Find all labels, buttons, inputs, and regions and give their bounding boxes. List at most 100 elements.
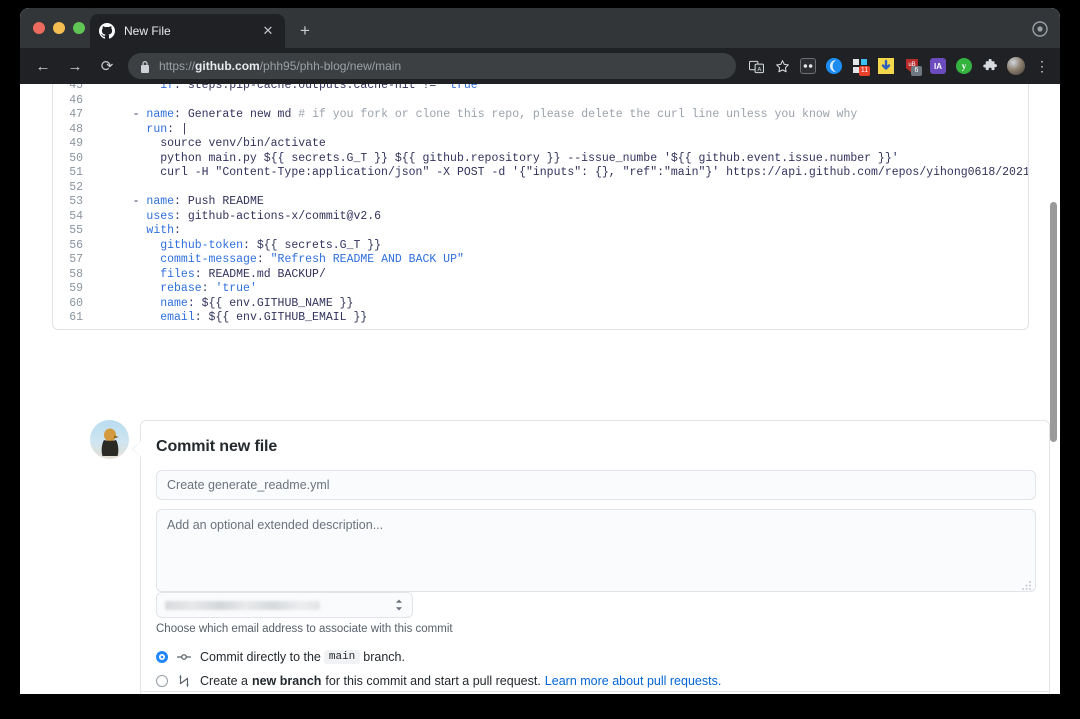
line-number: 60 [53, 297, 97, 312]
translate-icon[interactable]: A [744, 54, 768, 78]
git-commit-icon [177, 650, 191, 664]
close-window-button[interactable] [33, 22, 45, 34]
extension-dark-icon[interactable] [796, 54, 820, 78]
line-text: python main.py ${{ secrets.G_T }} ${{ gi… [97, 152, 899, 167]
line-number: 49 [53, 137, 97, 152]
line-number: 61 [53, 311, 97, 326]
code-line: 60 name: ${{ env.GITHUB_NAME }} [53, 297, 1028, 312]
extension-ia-icon[interactable]: IA [926, 54, 950, 78]
code-line: 46 [53, 94, 1028, 109]
browser-tab[interactable]: New File ✕ [90, 14, 285, 48]
extension-download-icon[interactable] [874, 54, 898, 78]
commit-email-helper: Choose which email address to associate … [156, 623, 453, 635]
radio-commit-directly-input[interactable] [156, 651, 168, 663]
code-line: 51 curl -H "Content-Type:application/jso… [53, 166, 1028, 181]
line-number: 57 [53, 253, 97, 268]
code-line: 47 - name: Generate new md # if you fork… [53, 108, 1028, 123]
line-number: 56 [53, 239, 97, 254]
line-number: 53 [53, 195, 97, 210]
reload-icon[interactable]: ⟳ [94, 53, 120, 79]
radio-commit-directly[interactable]: Commit directly to the main branch. [156, 645, 721, 669]
line-text: github-token: ${{ secrets.G_T }} [97, 239, 381, 254]
line-number: 52 [53, 181, 97, 196]
radio-new-branch-input[interactable] [156, 675, 168, 687]
toolbar-icon-group: A 11 [744, 54, 1060, 78]
tab-title: New File [124, 24, 260, 38]
branch-name-chip: main [324, 650, 360, 664]
pull-requests-link[interactable]: Learn more about pull requests. [545, 674, 722, 688]
line-text: - name: Generate new md # if you fork or… [97, 108, 857, 123]
commit-description-textarea[interactable] [156, 509, 1036, 592]
browser-toolbar: ← → ⟳ https://github.com/phh95/phh-blog/… [20, 48, 1060, 84]
window-traffic-lights [33, 22, 85, 34]
extension-blue-globe-icon[interactable] [822, 54, 846, 78]
chrome-menu-icon[interactable]: ⋮ [1030, 54, 1054, 78]
radio-new-branch[interactable]: Create a new branch for this commit and … [156, 669, 721, 693]
profile-circle-icon[interactable] [1032, 21, 1048, 37]
close-icon[interactable]: ✕ [260, 23, 276, 39]
line-text: uses: github-actions-x/commit@v2.6 [97, 210, 381, 225]
plus-icon[interactable]: + [295, 21, 315, 41]
url-path: /phh95/phh-blog/new/main [260, 59, 401, 73]
commit-form: Commit new file Choose which email addre… [140, 420, 1050, 694]
page-scrollbar[interactable] [1050, 202, 1057, 442]
line-text [97, 94, 105, 109]
line-number: 47 [53, 108, 97, 123]
extension-grid-badge: 11 [859, 66, 870, 76]
radio-new-branch-label-after: for this commit and start a pull request… [325, 674, 540, 688]
commit-email-select[interactable] [156, 592, 413, 618]
code-line: 50 python main.py ${{ secrets.G_T }} ${{… [53, 152, 1028, 167]
avatar [90, 420, 129, 459]
line-text: - name: Push README [97, 195, 264, 210]
lock-icon [140, 60, 150, 72]
line-text: run: | [97, 123, 188, 138]
commit-summary-input[interactable] [156, 470, 1036, 500]
line-number: 55 [53, 224, 97, 239]
code-line: 59 rebase: 'true' [53, 282, 1028, 297]
code-line: 53 - name: Push README [53, 195, 1028, 210]
maximize-window-button[interactable] [73, 22, 85, 34]
browser-window: New File ✕ + ← → ⟳ https://github.com/ph… [20, 8, 1060, 694]
code-line: 54 uses: github-actions-x/commit@v2.6 [53, 210, 1028, 225]
commit-form-footer-divider [141, 691, 1049, 692]
github-octocat-icon [99, 23, 115, 39]
back-arrow-icon[interactable]: ← [30, 53, 56, 79]
line-number: 54 [53, 210, 97, 225]
tab-strip: New File ✕ + [20, 8, 1060, 48]
line-number: 58 [53, 268, 97, 283]
svg-text:A: A [757, 66, 761, 72]
profile-avatar-icon[interactable] [1004, 54, 1028, 78]
line-text [97, 181, 105, 196]
code-line: 49 source venv/bin/activate [53, 137, 1028, 152]
line-text: source venv/bin/activate [97, 137, 326, 152]
code-line: 55 with: [53, 224, 1028, 239]
url-text: https://github.com/phh95/phh-blog/new/ma… [159, 59, 401, 73]
extensions-puzzle-icon[interactable] [978, 54, 1002, 78]
branch-options: Commit directly to the main branch. Crea… [156, 645, 721, 693]
line-text: with: [97, 224, 181, 239]
url-scheme: https:// [159, 59, 195, 73]
git-branch-icon [177, 674, 191, 688]
code-line: 61 email: ${{ env.GITHUB_EMAIL }} [53, 311, 1028, 326]
code-line: 57 commit-message: "Refresh README AND B… [53, 253, 1028, 268]
line-text: if: steps.pip-cache.outputs.cache-hit !=… [97, 84, 485, 94]
extension-ub-badge: 6 [911, 66, 922, 76]
url-domain: github.com [195, 59, 260, 73]
radio-commit-directly-label-after: branch. [363, 650, 405, 664]
address-bar[interactable]: https://github.com/phh95/phh-blog/new/ma… [128, 53, 736, 79]
code-editor[interactable]: 45 if: steps.pip-cache.outputs.cache-hit… [52, 84, 1029, 330]
bookmark-star-icon[interactable] [770, 54, 794, 78]
line-number: 48 [53, 123, 97, 138]
line-text: curl -H "Content-Type:application/json" … [97, 166, 1029, 181]
forward-arrow-icon[interactable]: → [62, 53, 88, 79]
code-line: 52 [53, 181, 1028, 196]
line-text: name: ${{ env.GITHUB_NAME }} [97, 297, 353, 312]
extension-grid-icon[interactable]: 11 [848, 54, 872, 78]
extension-ub-icon[interactable]: uB 6 [900, 54, 924, 78]
minimize-window-button[interactable] [53, 22, 65, 34]
extension-y-icon[interactable]: y [952, 54, 976, 78]
radio-new-branch-emphasis: new branch [252, 674, 321, 688]
code-line: 48 run: | [53, 123, 1028, 138]
chevron-updown-icon [394, 598, 404, 612]
line-number: 45 [53, 84, 97, 94]
